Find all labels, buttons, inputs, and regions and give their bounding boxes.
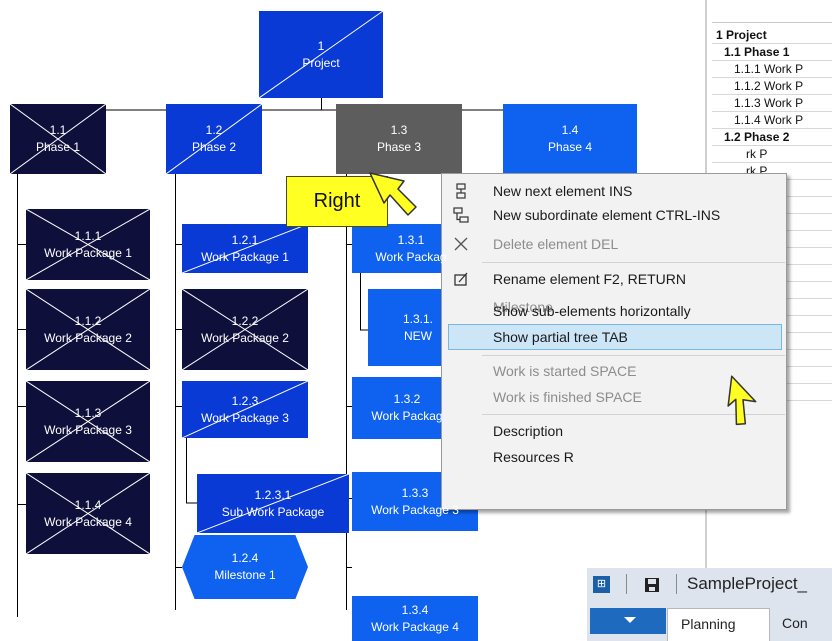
wbs-node-1-1-2[interactable]: 1.1.2 Work Package 2 [26, 289, 150, 370]
menu-item-label: Resources R [493, 449, 574, 465]
node-number: 1.3.2 [393, 392, 421, 406]
menu-item-label: Work is finished SPACE [493, 389, 642, 405]
menu-item-resources[interactable]: Resources R [442, 445, 786, 469]
node-number: 1.1.2 [74, 313, 102, 328]
wbs-node-1-1-4[interactable]: 1.1.4 Work Package 4 [26, 473, 150, 554]
wbs-node-1-2[interactable]: 1.2 Phase 2 [166, 104, 262, 174]
menu-item-delete-element[interactable]: Delete element DEL [442, 232, 786, 256]
node-label: Project [302, 55, 340, 70]
arrow-pointer-icon [727, 375, 757, 426]
node-label: Work Package 2 [201, 330, 289, 345]
node-label: Work Packag [375, 249, 447, 264]
menu-item-label: New subordinate element CTRL-INS [493, 207, 721, 223]
wbs-node-1-1-1[interactable]: 1.1.1 Work Package 1 [26, 209, 150, 280]
wbs-node-1-3-4[interactable]: 1.3.4 Work Package 4 [352, 596, 478, 641]
wbs-node-1[interactable]: 1 Project [259, 11, 383, 98]
node-number: 1.1.4 [74, 497, 102, 512]
node-number: 1 [317, 38, 325, 53]
dropdown-arrow-icon [624, 617, 636, 623]
menu-item-show-partial-tree[interactable]: Show partial tree TAB [442, 325, 786, 349]
wbs-node-1-1-3[interactable]: 1.1.3 Work Package 3 [26, 381, 150, 462]
delete-x-icon [454, 237, 468, 251]
wbs-node-1-2-1[interactable]: 1.2.1 Work Package 1 [182, 224, 308, 273]
node-number: 1.2.2 [231, 313, 259, 328]
menu-item-label: Rename element F2, RETURN [493, 271, 686, 287]
menu-separator [482, 355, 785, 356]
node-label: Work Package 3 [44, 422, 132, 437]
tab-planning[interactable]: Planning [667, 608, 770, 641]
tree-list-row[interactable]: 1.2 Phase 2 [712, 129, 832, 146]
node-number: 1.2.1 [231, 232, 259, 247]
menu-item-label: Delete element DEL [493, 236, 619, 252]
menu-separator [482, 262, 785, 263]
node-label: Phase 1 [35, 140, 81, 154]
tree-list-row[interactable]: 1.1.1 Work P [712, 61, 832, 78]
wbs-node-1-2-2[interactable]: 1.2.2 Work Package 2 [182, 289, 308, 370]
tree-list-row[interactable]: 1.1 Phase 1 [712, 44, 832, 61]
node-label: NEW [404, 328, 432, 343]
node-number: 1.3.4 [401, 602, 429, 617]
quick-access-icon[interactable]: ⊞ [593, 576, 610, 593]
save-icon[interactable] [644, 577, 660, 593]
wbs-node-1-3[interactable]: 1.3 Phase 3 [336, 104, 462, 174]
wbs-node-1-2-3-1[interactable]: 1.2.3.1 Sub Work Package [197, 474, 349, 533]
menu-item-new-subordinate-element[interactable]: New subordinate element CTRL-INS [442, 203, 786, 227]
node-label: Work Package 3 [371, 502, 459, 517]
menu-item-label: Show sub-elements horizontally [493, 303, 691, 319]
menu-item-label: New next element INS [493, 183, 633, 199]
menu-item-label: Description [493, 423, 564, 439]
node-label: Phase 4 [547, 140, 593, 154]
node-label: Phase 3 [376, 140, 422, 154]
node-label: Work Package 3 [201, 410, 289, 425]
tree-list-row[interactable]: 1.1.3 Work P [712, 95, 832, 112]
wbs-node-1-2-4-milestone[interactable]: 1.2.4 Milestone 1 [182, 535, 308, 599]
node-number: 1.2.3 [231, 393, 259, 408]
node-label: Milestone 1 [214, 568, 276, 582]
node-label: Work Package 4 [44, 514, 132, 529]
node-number: 1.2.4 [231, 551, 259, 565]
node-number: 1.1.3 [74, 405, 102, 420]
wbs-node-1-2-3[interactable]: 1.2.3 Work Package 3 [182, 381, 308, 438]
wbs-node-1-1[interactable]: 1.1 Phase 1 [10, 104, 106, 174]
node-number: 1.2.3.1 [254, 487, 292, 502]
wbs-node-1-4[interactable]: 1.4 Phase 4 [503, 104, 637, 174]
node-label: Work Package 4 [371, 619, 459, 634]
node-label: Work Package 1 [201, 249, 289, 264]
menu-item-rename-element[interactable]: Rename element F2, RETURN [442, 267, 786, 291]
node-number: 1.3.1. [402, 311, 434, 326]
tree-list-row[interactable]: 1 Project [712, 27, 832, 44]
tree-list-row[interactable]: 1.1.4 Work P [712, 112, 832, 129]
new-next-element-icon [456, 183, 466, 199]
panel-top-divider [712, 22, 832, 23]
node-number: 1.1 [49, 123, 67, 137]
rename-pencil-icon [454, 272, 468, 286]
menu-item-label: Show partial tree TAB [493, 329, 628, 345]
tree-list-row[interactable]: 1.1.2 Work P [712, 78, 832, 95]
new-subordinate-element-icon [453, 207, 469, 223]
node-label: Work Package 2 [44, 330, 132, 345]
node-label: Work Package 1 [44, 245, 132, 260]
context-menu: New next element INS New subordinate ele… [441, 173, 787, 510]
node-number: 1.1.1 [74, 228, 102, 243]
node-number: 1.4 [561, 123, 579, 137]
tab-con[interactable]: Con [782, 608, 808, 638]
node-label: Sub Work Package [221, 504, 325, 519]
menu-item-show-sub-elements-horizontally[interactable]: Show sub-elements horizontally [442, 299, 786, 323]
toolbar-separator [676, 574, 677, 594]
arrow-pointer-icon [369, 172, 417, 216]
node-number: 1.3.1 [397, 232, 425, 247]
menu-item-label: Work is started SPACE [493, 363, 637, 379]
menu-item-new-next-element[interactable]: New next element INS [442, 179, 786, 203]
node-label: Work Packag [371, 409, 443, 423]
node-number: 1.2 [205, 123, 223, 137]
tree-list-row[interactable]: rk P [712, 146, 832, 163]
toolbar-separator [626, 574, 627, 594]
window-title: SampleProject_ [687, 574, 808, 593]
node-number: 1.3 [390, 123, 408, 137]
node-number: 1.3.3 [401, 485, 429, 500]
node-label: Phase 2 [191, 140, 237, 154]
